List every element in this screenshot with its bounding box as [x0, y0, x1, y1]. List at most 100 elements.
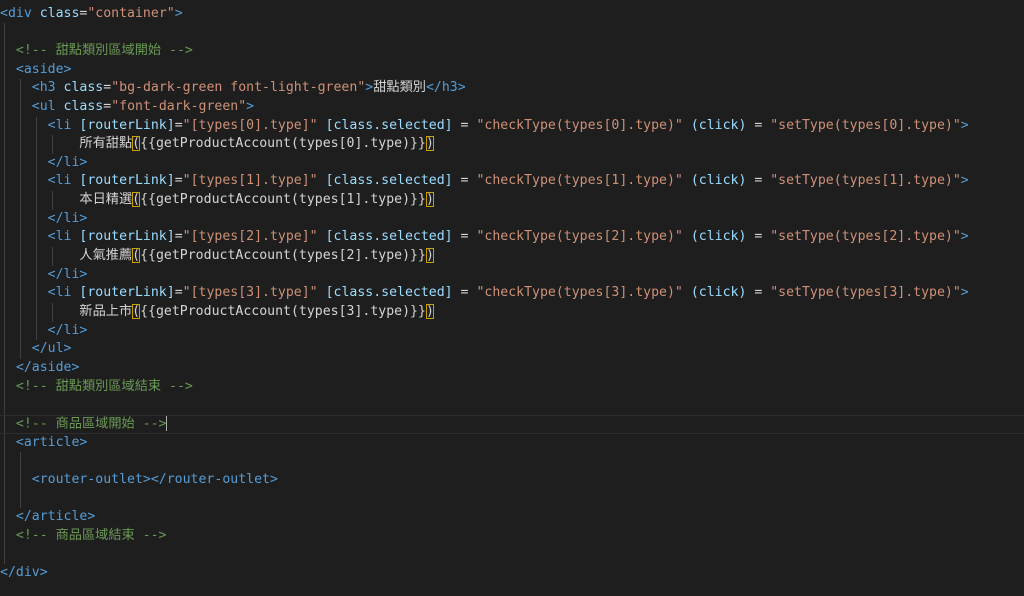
code-line[interactable]: 本日精選({{getProductAccount(types[1].type)}…: [0, 191, 1024, 210]
code-line[interactable]: <li [routerLink]="[types[1].type]" [clas…: [0, 172, 1024, 191]
code-editor[interactable]: <div class="container"> <!-- 甜點類別區域開始 --…: [0, 0, 1024, 596]
code-line[interactable]: </article>: [0, 508, 1024, 527]
code-line[interactable]: </ul>: [0, 340, 1024, 359]
code-line[interactable]: [0, 490, 1024, 509]
code-line[interactable]: <div class="container">: [0, 5, 1024, 24]
code-line[interactable]: <li [routerLink]="[types[3].type]" [clas…: [0, 284, 1024, 303]
code-token: class: [55, 98, 104, 114]
code-token: >: [960, 285, 969, 301]
code-token: class: [55, 80, 104, 96]
code-token: "[types[2].type]": [182, 229, 318, 245]
code-token: </ul>: [31, 341, 72, 357]
code-line[interactable]: <!-- 商品區域開始 -->: [0, 414, 1024, 434]
code-line[interactable]: </li>: [0, 322, 1024, 341]
code-token: >: [246, 98, 255, 114]
code-token: {{getProductAccount(types[1].type)}}: [140, 192, 426, 208]
code-line[interactable]: 人氣推薦({{getProductAccount(types[2].type)}…: [0, 247, 1024, 266]
code-token: <!-- 甜點類別區域開始 -->: [15, 42, 193, 58]
matched-bracket: (: [132, 192, 141, 208]
code-line[interactable]: </li>: [0, 154, 1024, 173]
code-token: =: [103, 98, 112, 114]
code-token: <li: [47, 117, 72, 133]
code-token: >: [174, 5, 183, 21]
code-line[interactable]: <aside>: [0, 61, 1024, 80]
code-token: {{getProductAccount(types[3].type)}}: [140, 304, 426, 319]
code-token: <router-outlet></router-outlet>: [31, 471, 278, 487]
code-token: =: [174, 285, 183, 301]
code-line[interactable]: <li [routerLink]="[types[2].type]" [clas…: [0, 228, 1024, 247]
code-line[interactable]: </li>: [0, 266, 1024, 285]
code-token: =: [174, 173, 183, 189]
code-token: <li: [47, 173, 72, 189]
code-token: "[types[3].type]": [182, 285, 318, 301]
code-token: =: [452, 285, 477, 301]
code-line[interactable]: 所有甜點({{getProductAccount(types[0].type)}…: [0, 135, 1024, 154]
code-line[interactable]: <!-- 商品區域結束 -->: [0, 527, 1024, 546]
code-line[interactable]: <ul class="font-dark-green">: [0, 98, 1024, 117]
code-token: >: [960, 229, 969, 245]
code-line[interactable]: [0, 545, 1024, 564]
code-token: [routerLink]: [71, 229, 175, 245]
code-token: =: [746, 173, 771, 189]
code-token: <aside>: [15, 61, 72, 77]
code-line[interactable]: <article>: [0, 434, 1024, 453]
code-line[interactable]: </li>: [0, 210, 1024, 229]
code-token: [class.selected]: [317, 117, 453, 133]
code-token: "setType(types[2].type)": [770, 229, 961, 245]
code-line[interactable]: [0, 23, 1024, 42]
code-line[interactable]: <!-- 甜點類別區域結束 -->: [0, 378, 1024, 397]
code-token: <h3: [31, 80, 56, 96]
matched-bracket: ): [425, 304, 434, 319]
code-token: </li>: [47, 266, 88, 282]
code-token: <article>: [15, 434, 88, 450]
code-token: "checkType(types[0].type)": [476, 117, 683, 133]
matched-bracket: (: [132, 304, 141, 319]
code-token: [routerLink]: [71, 173, 175, 189]
code-line[interactable]: <li [routerLink]="[types[0].type]" [clas…: [0, 117, 1024, 136]
code-line[interactable]: [0, 396, 1024, 415]
code-token: "container": [87, 5, 175, 21]
text-cursor: [166, 415, 168, 431]
code-token: =: [174, 117, 183, 133]
code-line[interactable]: <router-outlet></router-outlet>: [0, 471, 1024, 490]
code-token: <li: [47, 229, 72, 245]
code-token: =: [452, 117, 477, 133]
code-token: "setType(types[1].type)": [770, 173, 961, 189]
code-line[interactable]: </div>: [0, 564, 1024, 583]
code-token: (click): [682, 229, 747, 245]
code-token: =: [746, 285, 771, 301]
code-token: "checkType(types[3].type)": [476, 285, 683, 301]
code-token: <!-- 商品區域開始 -->: [15, 416, 167, 432]
code-line[interactable]: <!-- 甜點類別區域開始 -->: [0, 42, 1024, 61]
code-line[interactable]: 新品上市({{getProductAccount(types[3].type)}…: [0, 303, 1024, 322]
code-token: [routerLink]: [71, 117, 175, 133]
code-token: </li>: [47, 322, 88, 338]
code-line[interactable]: </aside>: [0, 359, 1024, 378]
code-token: </article>: [15, 509, 96, 525]
code-line[interactable]: [0, 452, 1024, 471]
code-token: =: [103, 80, 112, 96]
code-line[interactable]: <h3 class="bg-dark-green font-light-gree…: [0, 79, 1024, 98]
code-token: [routerLink]: [71, 285, 175, 301]
code-token: <div: [0, 5, 32, 21]
code-token: =: [746, 229, 771, 245]
